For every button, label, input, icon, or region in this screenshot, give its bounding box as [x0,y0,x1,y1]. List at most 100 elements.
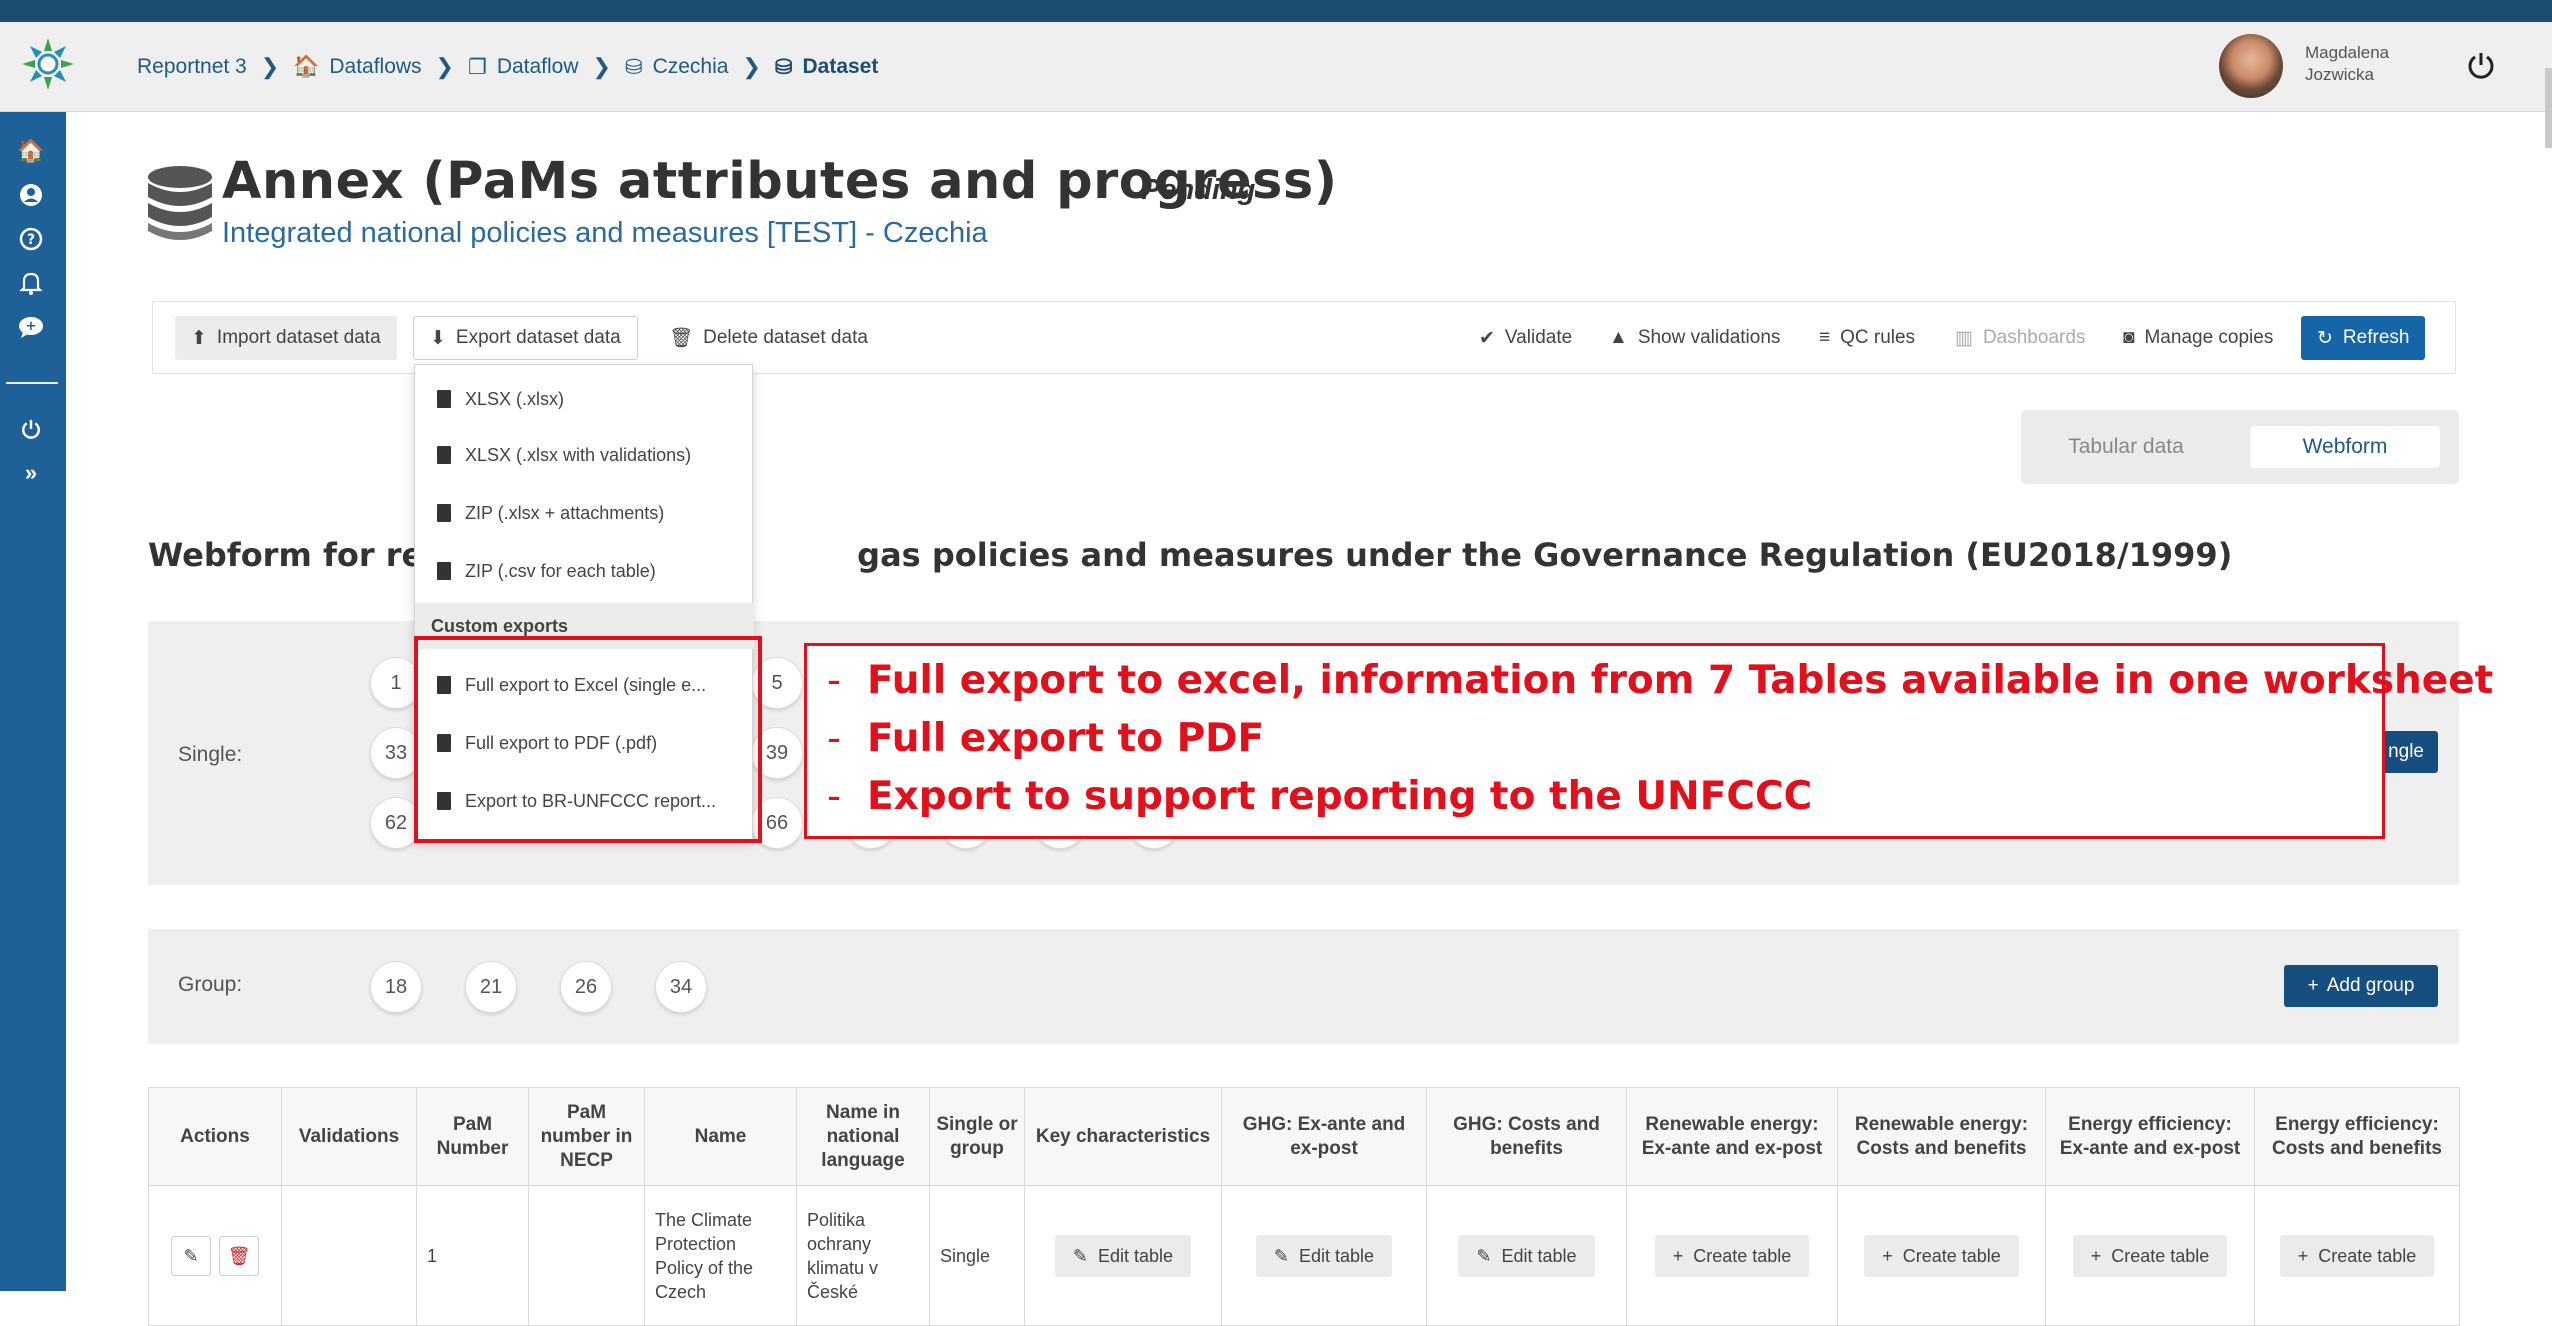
export-dataset-button[interactable]: ⬇ Export dataset data [413,316,638,360]
callout-dash: - [827,658,842,703]
breadcrumb-dataflows[interactable]: 🏠 Dataflows [293,55,421,79]
pam-number-cell: 1 [416,1185,529,1326]
show-validations-button[interactable]: ▲ Show validations [1593,316,1796,360]
database-icon: ⛁ [774,55,793,79]
column-header: Name in national language [796,1087,930,1186]
avatar[interactable] [2219,34,2283,98]
user-last-name: Jozwicka [2305,65,2374,84]
manage-copies-button[interactable]: ◙ Manage copies [2107,316,2289,360]
plus-icon: + [2090,1245,2102,1266]
button-label: Delete dataset data [703,327,868,348]
menu-item-label: XLSX (.xlsx) [465,388,565,409]
pam-necp-cell [528,1185,645,1326]
menu-item-label: ZIP (.xlsx + attachments) [465,502,665,523]
create-table-button[interactable]: + Create table [2072,1234,2228,1277]
edit-table-button[interactable]: ✎ Edit table [1054,1234,1192,1277]
user-name[interactable]: Magdalena Jozwicka [2305,42,2389,86]
annotation-callout: - Full export to excel, information from … [804,643,2493,839]
create-table-button[interactable]: + Create table [2279,1234,2435,1277]
actions-cell: ✎ 🗑 [148,1185,282,1326]
column-header: GHG: Costs and benefits [1426,1087,1627,1186]
edit-table-button[interactable]: ✎ Edit table [1458,1234,1595,1277]
edit-table-button[interactable]: ✎ Edit table [1255,1234,1393,1277]
svg-text:+: + [26,319,37,334]
column-header: Actions [148,1087,282,1186]
qc-rules-button[interactable]: ≡ QC rules [1803,316,1931,360]
tab-tabular-data[interactable]: Tabular data [2041,426,2211,468]
breadcrumb-label: Dataset [802,55,879,78]
clone-icon: ❐ [467,55,487,79]
power-icon[interactable] [14,412,48,446]
ghg-costs-cell: ✎ Edit table [1426,1185,1627,1326]
status-badge: Pending [1141,174,1256,206]
scrollbar[interactable] [2545,68,2552,148]
sidebar-divider [6,382,58,384]
menu-item-xlsx-validations[interactable]: XLSX (.xlsx with validations) [415,427,754,483]
group-circle[interactable]: 21 [465,961,517,1013]
callout-text: Export to support reporting to the UNFCC… [867,774,1813,819]
menu-item-zip-attachments[interactable]: ZIP (.xlsx + attachments) [415,485,754,541]
delete-dataset-button[interactable]: 🗑 Delete dataset data [653,316,884,360]
power-icon[interactable] [2464,48,2498,82]
table-row: ✎ 🗑 1 The Climate Protection Policy of th… [148,1185,2460,1326]
group-circle[interactable]: 26 [560,961,612,1013]
group-circle[interactable]: 34 [655,961,707,1013]
add-group-button[interactable]: + Add group [2284,965,2438,1007]
tab-webform[interactable]: Webform [2250,426,2440,468]
sliders-icon: ≡ [1819,327,1831,348]
column-header: Energy efficiency: Costs and benefits [2254,1087,2460,1186]
menu-item-zip-csv[interactable]: ZIP (.csv for each table) [415,543,754,599]
trash-icon: 🗑 [669,328,694,349]
edit-row-button[interactable]: ✎ [171,1235,211,1276]
button-label: Manage copies [2144,327,2274,348]
user-icon[interactable] [14,178,48,212]
callout-dash: - [827,716,842,761]
column-header: Single or group [929,1087,1025,1186]
plus-icon: + [2307,975,2319,996]
sidebar: 🏠 ? + » [0,112,66,1291]
button-label: Import dataset data [216,327,381,348]
pencil-icon: ✎ [1273,1245,1290,1266]
highlight-box [414,636,762,843]
home-icon[interactable]: 🏠 [14,134,48,168]
button-label: Edit table [1098,1245,1174,1266]
create-table-button[interactable]: + Create table [1654,1234,1810,1277]
excel-file-icon [437,446,451,464]
column-header: Name [644,1087,797,1186]
page-subtitle: Integrated national policies and measure… [222,217,988,249]
help-icon[interactable]: ? [14,222,48,256]
callout-dash: - [827,774,842,819]
pams-table: Actions Validations PaM Number PaM numbe… [148,1087,2460,1326]
create-table-button[interactable]: + Create table [1864,1234,2019,1277]
button-label: Add group [2326,975,2415,996]
pencil-icon: ✎ [1476,1245,1492,1266]
expand-icon[interactable]: » [14,456,48,490]
group-circle[interactable]: 18 [370,961,422,1013]
renewable-exante-cell: + Create table [1626,1185,1838,1326]
reportnet-logo[interactable] [18,34,78,94]
validate-button[interactable]: ✔ Validate [1463,316,1588,360]
column-header: Renewable energy: Ex-ante and ex-post [1626,1087,1838,1186]
refresh-button[interactable]: ↻ Refresh [2301,316,2426,360]
button-label: ngle [2388,741,2424,762]
button-label: Show validations [1637,327,1781,348]
delete-row-button[interactable]: 🗑 [219,1235,259,1276]
breadcrumb-dataset: ⛁ Dataset [775,55,878,80]
feedback-icon[interactable]: + [14,310,48,344]
button-label: QC rules [1840,327,1916,348]
trash-icon: 🗑 [227,1245,251,1266]
warning-icon: ▲ [1609,327,1628,348]
dashboards-button[interactable]: ▥ Dashboards [1939,316,2101,360]
breadcrumb-dataflow[interactable]: ❐ Dataflow [468,55,579,80]
app-header: Reportnet 3 ❯ 🏠 Dataflows ❯ ❐ Dataflow ❯… [0,22,2552,112]
database-stack-icon: ⛁ [624,55,643,79]
import-dataset-button[interactable]: ⬆ Import dataset data [175,316,397,360]
breadcrumb-reportnet[interactable]: Reportnet 3 [137,55,247,79]
breadcrumb-label: Czechia [652,55,729,78]
bell-icon[interactable] [14,266,48,300]
menu-item-xlsx[interactable]: XLSX (.xlsx) [415,371,754,427]
refresh-icon: ↻ [2317,327,2333,349]
menu-item-label: XLSX (.xlsx with validations) [465,444,692,465]
breadcrumb-czechia[interactable]: ⛁ Czechia [625,55,728,80]
home-icon: 🏠 [293,55,320,78]
